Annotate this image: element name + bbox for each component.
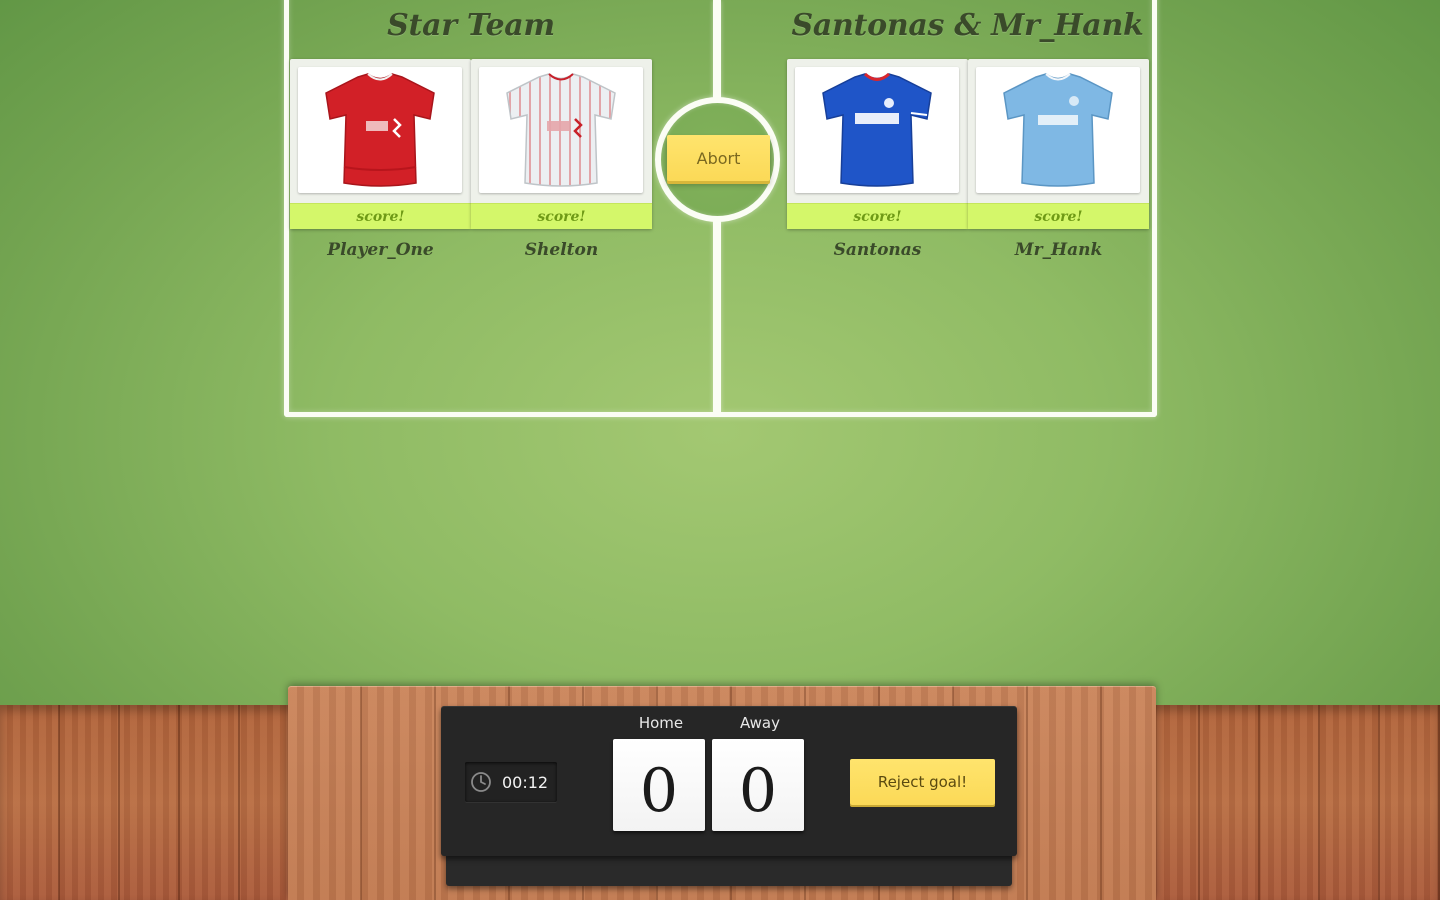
player-card-home-1: score! xyxy=(290,59,471,229)
home-score: 0 xyxy=(613,739,705,831)
player-name: Shelton xyxy=(524,240,599,260)
clock-icon xyxy=(471,772,491,792)
player-name: Mr_Hank xyxy=(1014,240,1103,260)
player-card-home-2: score! xyxy=(471,59,652,229)
score-button[interactable]: score! xyxy=(290,203,471,229)
home-team-title: Star Team xyxy=(387,8,555,43)
player-photo xyxy=(976,67,1140,193)
timer-value: 00:12 xyxy=(502,772,549,792)
reject-goal-button[interactable]: Reject goal! xyxy=(850,759,995,805)
liverpool-away-jersey-icon xyxy=(506,73,616,187)
score-button[interactable]: score! xyxy=(471,203,652,229)
liverpool-home-jersey-icon xyxy=(325,73,435,187)
player-name: Player_One xyxy=(327,240,434,260)
player-name: Santonas xyxy=(833,240,922,260)
away-score: 0 xyxy=(712,739,804,831)
man-city-home-jersey-icon xyxy=(1003,73,1113,187)
player-card-away-1: score! xyxy=(787,59,968,229)
away-team-title: Santonas & Mr_Hank xyxy=(791,8,1144,43)
away-score-label: Away xyxy=(740,714,780,732)
scoreboard-base xyxy=(446,852,1012,886)
player-card-away-2: score! xyxy=(968,59,1149,229)
abort-button[interactable]: Abort xyxy=(667,135,770,181)
player-photo xyxy=(479,67,643,193)
score-button[interactable]: score! xyxy=(787,203,968,229)
chelsea-home-jersey-icon xyxy=(822,72,932,187)
player-photo xyxy=(298,67,462,193)
player-photo xyxy=(795,67,959,193)
match-timer: 00:12 xyxy=(465,762,557,802)
home-score-label: Home xyxy=(638,714,684,732)
score-button[interactable]: score! xyxy=(968,203,1149,229)
